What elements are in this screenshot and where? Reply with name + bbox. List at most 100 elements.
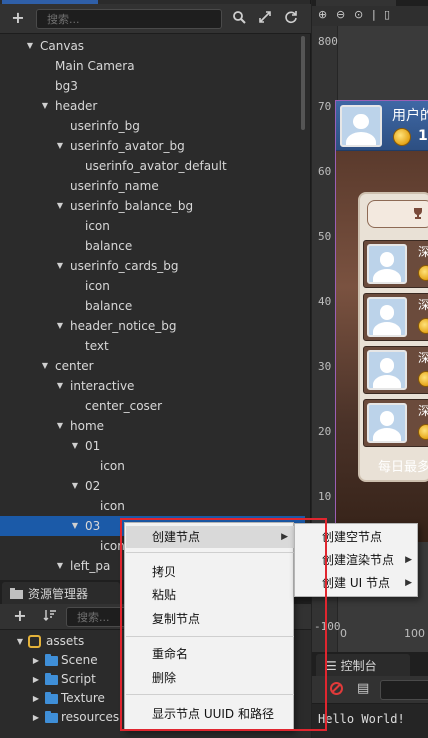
tree-node[interactable]: userinfo_avator_default [0, 156, 305, 176]
submenu-item-label: 创建空节点 [322, 530, 383, 544]
tree-node[interactable]: balance [0, 236, 305, 256]
console-tab[interactable]: ☰ 控制台 [316, 654, 410, 676]
asset-label: Script [61, 672, 96, 686]
tree-node[interactable]: userinfo_name [0, 176, 305, 196]
zoom-in-icon[interactable]: ⊕ [318, 8, 327, 21]
submenu-arrow-icon: ▶ [405, 578, 412, 588]
expand-arrow-icon[interactable]: ▶ [30, 708, 42, 727]
annotation-highlight-box [120, 518, 327, 731]
coin-value: 1 [418, 128, 428, 144]
submenu-item-label: 创建 UI 节点 [322, 576, 390, 590]
divider-icon: | [372, 8, 376, 21]
asset-label: resources [61, 710, 120, 724]
tree-node[interactable]: text [0, 336, 305, 356]
zoom-out-icon[interactable]: ⊖ [336, 8, 345, 21]
expand-arrow-icon[interactable]: ▶ [30, 670, 42, 689]
card-name: 深 [418, 245, 428, 259]
copy-log-icon[interactable]: ▤ [357, 681, 369, 696]
tree-node[interactable]: icon [0, 276, 305, 296]
expand-arrow-icon[interactable]: ▼ [54, 196, 66, 216]
tree-node[interactable]: ▼ header_notice_bg [0, 316, 305, 336]
database-icon [28, 635, 41, 648]
tree-node-label: userinfo_avator_default [85, 159, 227, 173]
tree-node-label: text [85, 339, 109, 353]
expand-arrow-icon[interactable]: ▶ [30, 651, 42, 670]
tree-node[interactable]: ▼ Canvas [0, 36, 305, 56]
tree-node[interactable]: balance [0, 296, 305, 316]
assets-tab[interactable]: 资源管理器 [2, 582, 120, 604]
expand-arrow-icon[interactable]: ▼ [24, 36, 36, 56]
assets-title: 资源管理器 [28, 587, 89, 601]
search-icon[interactable] [231, 10, 247, 26]
tree-node[interactable]: ▼ userinfo_cards_bg [0, 256, 305, 276]
player-card: 深 [363, 240, 428, 288]
expand-arrow-icon[interactable]: ▼ [69, 476, 81, 496]
folder-icon [45, 654, 58, 666]
expand-arrow-icon[interactable]: ▼ [54, 376, 66, 396]
expand-arrow-icon[interactable]: ▼ [54, 416, 66, 436]
tree-node[interactable]: icon [0, 456, 305, 476]
tree-node[interactable]: ▼ home [0, 416, 305, 436]
tree-node[interactable]: icon [0, 496, 305, 516]
tree-node-label: center [55, 359, 94, 373]
tree-node[interactable]: center_coser [0, 396, 305, 416]
tree-node-label: icon [85, 279, 110, 293]
card-avatar [367, 350, 407, 390]
tree-node[interactable]: userinfo_bg [0, 116, 305, 136]
tree-node[interactable]: icon [0, 216, 305, 236]
player-card: 深 [363, 293, 428, 341]
asset-label: Texture [61, 691, 105, 705]
add-icon[interactable]: + [10, 10, 26, 26]
expand-arrow-icon[interactable]: ▶ [30, 689, 42, 708]
sort-icon[interactable] [42, 608, 58, 624]
tree-node-label: left_pa [70, 559, 111, 573]
zoom-reset-icon[interactable]: ⊙ [354, 8, 363, 21]
clear-icon[interactable] [330, 682, 343, 695]
ruler-tick: 70 [318, 100, 332, 113]
tree-node[interactable]: bg3 [0, 76, 305, 96]
add-asset-icon[interactable]: + [12, 608, 28, 624]
tree-node-label: center_coser [85, 399, 163, 413]
tree-node-label: 03 [85, 519, 101, 533]
refresh-icon[interactable] [283, 10, 299, 26]
tree-node[interactable]: Main Camera [0, 56, 305, 76]
expand-arrow-icon[interactable]: ▼ [69, 436, 81, 456]
expand-arrow-icon[interactable]: ▼ [54, 256, 66, 276]
tree-node-label: icon [85, 219, 110, 233]
tree-node[interactable]: ▼ center [0, 356, 305, 376]
coin-icon [418, 424, 428, 440]
tree-node[interactable]: ▼ userinfo_avator_bg [0, 136, 305, 156]
expand-arrow-icon[interactable]: ▼ [14, 632, 26, 651]
layout-icon[interactable]: ▯ [384, 8, 390, 21]
expand-arrow-icon[interactable]: ▼ [54, 556, 66, 576]
hierarchy-search-input[interactable] [36, 9, 222, 29]
hierarchy-scrollbar[interactable] [301, 36, 305, 130]
expand-arrow-icon[interactable]: ▼ [69, 516, 81, 536]
tree-node[interactable]: ▼ userinfo_balance_bg [0, 196, 305, 216]
expand-arrow-icon[interactable]: ▼ [39, 356, 51, 376]
coin-icon [393, 128, 411, 146]
tree-node-label: 02 [85, 479, 101, 493]
tree-node[interactable]: ▼ 01 [0, 436, 305, 456]
asset-label: assets [46, 634, 85, 648]
expand-icon[interactable] [257, 10, 273, 26]
folder-icon [45, 692, 58, 704]
tree-node-label: home [70, 419, 105, 433]
tree-node[interactable]: ▼ header [0, 96, 305, 116]
tree-node-label: userinfo_bg [70, 119, 140, 133]
ruler-tick: 50 [318, 230, 332, 243]
tree-node[interactable]: ▼ 02 [0, 476, 305, 496]
card-name: 深 [418, 404, 428, 418]
expand-arrow-icon[interactable]: ▼ [54, 316, 66, 336]
expand-arrow-icon[interactable]: ▼ [54, 136, 66, 156]
console-filter-input[interactable] [380, 680, 428, 700]
expand-arrow-icon[interactable]: ▼ [39, 96, 51, 116]
daily-label: 每日最多 [378, 460, 428, 475]
ruler-tick: 30 [318, 360, 332, 373]
tree-node-label: header [55, 99, 98, 113]
tree-node-label: 01 [85, 439, 101, 453]
tree-node[interactable]: ▼ interactive [0, 376, 305, 396]
console-log-line: Hello World! [318, 712, 405, 726]
console-icon: ☰ [326, 659, 341, 673]
card-avatar [367, 244, 407, 284]
